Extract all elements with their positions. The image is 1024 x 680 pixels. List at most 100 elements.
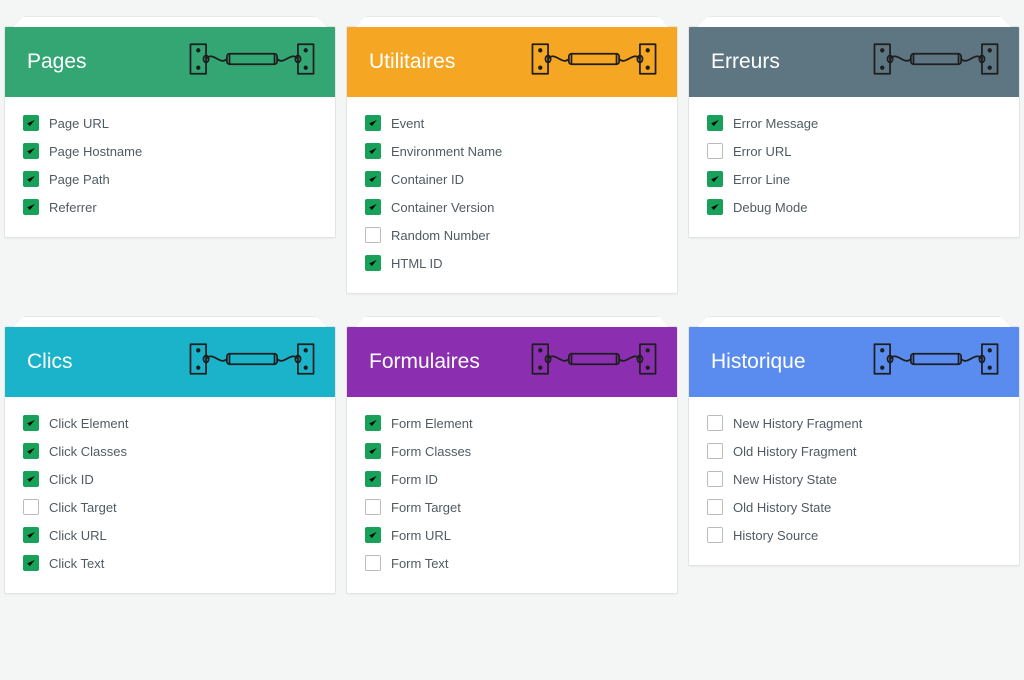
checkbox-unchecked-icon[interactable] [707,143,723,159]
checkbox-unchecked-icon[interactable] [365,227,381,243]
variable-checkbox-erreurs[interactable]: Error Line [705,165,1003,193]
checkbox-label: Error Line [733,172,790,187]
panel-title: Pages [27,50,187,74]
variable-checkbox-utilitaires[interactable]: Event [363,109,661,137]
variable-checkbox-historique[interactable]: Old History Fragment [705,437,1003,465]
checkbox-checked-icon[interactable] [23,555,39,571]
checkbox-checked-icon[interactable] [23,143,39,159]
variable-checkbox-utilitaires[interactable]: Container Version [363,193,661,221]
panel-header-formulaires: Formulaires [347,327,677,397]
checkbox-label: Page Hostname [49,144,142,159]
panel-formulaires: FormulairesForm ElementForm ClassesForm … [346,326,678,594]
variable-checkbox-pages[interactable]: Page Hostname [21,137,319,165]
checkbox-checked-icon[interactable] [23,415,39,431]
checkbox-unchecked-icon[interactable] [707,443,723,459]
checkbox-checked-icon[interactable] [23,471,39,487]
variable-checkbox-utilitaires[interactable]: HTML ID [363,249,661,277]
variable-checkbox-historique[interactable]: History Source [705,521,1003,549]
box-lid-decoration [4,4,336,26]
panel-header-clics: Clics [5,327,335,397]
checkbox-label: History Source [733,528,818,543]
checkbox-checked-icon[interactable] [365,527,381,543]
variable-checkbox-pages[interactable]: Referrer [21,193,319,221]
checkbox-label: Click Text [49,556,104,571]
checkbox-checked-icon[interactable] [23,443,39,459]
checkbox-unchecked-icon[interactable] [707,471,723,487]
checkbox-label: Click ID [49,472,94,487]
variable-checkbox-formulaires[interactable]: Form Text [363,549,661,577]
handle-icon [529,41,659,83]
panel-header-historique: Historique [689,327,1019,397]
checkbox-checked-icon[interactable] [365,199,381,215]
box-lid-decoration [346,4,678,26]
checkbox-label: Click Classes [49,444,127,459]
checkbox-unchecked-icon[interactable] [365,499,381,515]
box-lid-decoration [688,304,1020,326]
panel-items: Event Environment Name Container ID Contain… [347,97,677,293]
checkbox-checked-icon[interactable] [707,199,723,215]
checkbox-label: New History State [733,472,837,487]
checkbox-unchecked-icon[interactable] [365,555,381,571]
variable-checkbox-pages[interactable]: Page Path [21,165,319,193]
variable-checkbox-utilitaires[interactable]: Container ID [363,165,661,193]
checkbox-checked-icon[interactable] [365,115,381,131]
variable-checkbox-clics[interactable]: Click Text [21,549,319,577]
checkbox-label: Form URL [391,528,451,543]
checkbox-label: Old History Fragment [733,444,857,459]
variable-checkbox-formulaires[interactable]: Form URL [363,521,661,549]
variable-checkbox-formulaires[interactable]: Form ID [363,465,661,493]
variable-checkbox-erreurs[interactable]: Error Message [705,109,1003,137]
panel-box: Historique New History Fragment Old Histor… [688,304,1020,594]
checkbox-checked-icon[interactable] [23,199,39,215]
variable-checkbox-erreurs[interactable]: Debug Mode [705,193,1003,221]
variable-checkbox-clics[interactable]: Click ID [21,465,319,493]
variable-checkbox-formulaires[interactable]: Form Element [363,409,661,437]
panel-title: Utilitaires [369,50,529,74]
checkbox-checked-icon[interactable] [707,115,723,131]
variable-checkbox-historique[interactable]: Old History State [705,493,1003,521]
variable-checkbox-historique[interactable]: New History State [705,465,1003,493]
variable-checkbox-formulaires[interactable]: Form Target [363,493,661,521]
handle-icon [187,341,317,383]
checkbox-checked-icon[interactable] [23,115,39,131]
variable-checkbox-formulaires[interactable]: Form Classes [363,437,661,465]
checkbox-checked-icon[interactable] [365,443,381,459]
variable-checkbox-clics[interactable]: Click URL [21,521,319,549]
checkbox-checked-icon[interactable] [23,527,39,543]
box-lid-decoration [688,4,1020,26]
handle-icon [871,341,1001,383]
checkbox-unchecked-icon[interactable] [707,499,723,515]
checkbox-checked-icon[interactable] [707,171,723,187]
panel-box: Pages Page URL Page Hostname Page PathRefer… [4,4,336,294]
variable-checkbox-utilitaires[interactable]: Environment Name [363,137,661,165]
variable-checkbox-clics[interactable]: Click Target [21,493,319,521]
checkbox-label: Environment Name [391,144,502,159]
box-lid-decoration [346,304,678,326]
checkbox-checked-icon[interactable] [365,171,381,187]
panel-erreurs: Erreurs Error MessageError URL Error Line D… [688,26,1020,238]
checkbox-unchecked-icon[interactable] [707,415,723,431]
panel-title: Erreurs [711,50,871,74]
panel-items: Error MessageError URL Error Line Debug Mo… [689,97,1019,237]
variable-checkbox-clics[interactable]: Click Classes [21,437,319,465]
variable-checkbox-pages[interactable]: Page URL [21,109,319,137]
panel-utilitaires: Utilitaires Event Environment Name Containe… [346,26,678,294]
checkbox-unchecked-icon[interactable] [707,527,723,543]
panel-box: Utilitaires Event Environment Name Containe… [346,4,678,294]
variable-checkbox-erreurs[interactable]: Error URL [705,137,1003,165]
variable-checkbox-utilitaires[interactable]: Random Number [363,221,661,249]
checkbox-checked-icon[interactable] [365,255,381,271]
checkbox-checked-icon[interactable] [365,143,381,159]
checkbox-checked-icon[interactable] [365,471,381,487]
panel-items: Page URL Page Hostname Page PathReferrer [5,97,335,237]
panel-items: New History Fragment Old History Fragment… [689,397,1019,565]
checkbox-unchecked-icon[interactable] [23,499,39,515]
variable-checkbox-historique[interactable]: New History Fragment [705,409,1003,437]
checkbox-checked-icon[interactable] [23,171,39,187]
variable-checkbox-clics[interactable]: Click Element [21,409,319,437]
panel-historique: Historique New History Fragment Old Histor… [688,326,1020,566]
handle-icon [871,41,1001,83]
checkbox-checked-icon[interactable] [365,415,381,431]
checkbox-label: Click Target [49,500,117,515]
checkbox-label: Container ID [391,172,464,187]
